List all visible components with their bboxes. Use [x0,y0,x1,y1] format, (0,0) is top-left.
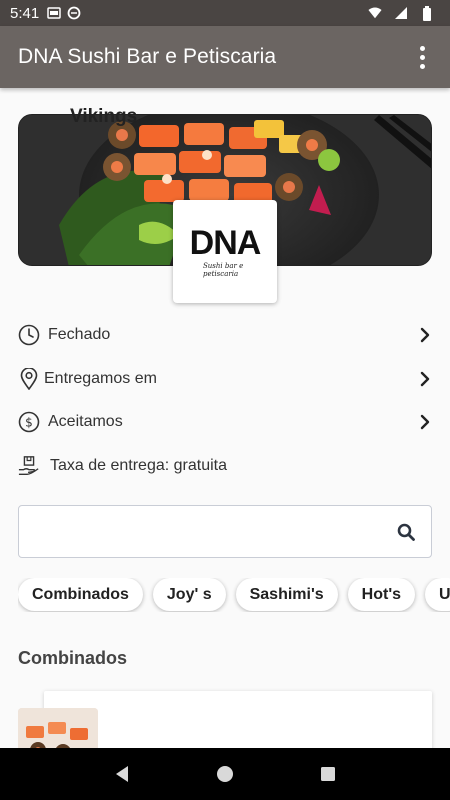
category-chip-partial[interactable]: U [425,578,450,611]
chevron-right-icon[interactable] [418,412,432,432]
search-icon[interactable] [395,521,417,543]
menu-search-box[interactable] [18,505,432,558]
back-icon[interactable] [110,762,134,786]
category-chip-joys[interactable]: Joy' s [152,578,226,611]
location-pin-icon [18,368,40,390]
delivery-area-label: Entregamos em [44,370,157,387]
product-card[interactable] [44,691,432,748]
payment-methods-label: Aceitamos [48,413,123,430]
category-chip-sashimis[interactable]: Sashimi's [235,578,338,611]
data-saver-icon [67,6,81,20]
logo-text: DNA [189,223,262,262]
delivery-fee-label: Taxa de entrega: gratuita [50,457,228,474]
delivery-area-row[interactable]: Entregamos em [18,365,432,393]
payment-methods-row[interactable]: $ Aceitamos [18,408,432,436]
category-chips: Combinados Joy' s Sashimi's Hot's U [18,578,450,612]
category-chip-combinados[interactable]: Combinados [18,578,143,611]
chevron-right-icon[interactable] [418,369,432,389]
dollar-circle-icon: $ [18,411,40,433]
recents-icon[interactable] [316,762,340,786]
logo-subtitle: Sushi bar e petiscaria [203,261,244,278]
signal-icon [394,6,408,20]
main-content: DNA Sushi bar e petiscaria Fechado Entre… [0,88,450,748]
search-input[interactable] [33,522,395,541]
delivery-box-hand-icon [18,455,40,477]
svg-text:$: $ [25,416,33,430]
product-name: Vikings [70,106,138,127]
product-image [18,708,98,748]
section-title: Combinados [18,648,128,668]
restaurant-logo: DNA Sushi bar e petiscaria [173,200,277,303]
battery-icon [420,5,434,21]
wifi-icon [368,6,382,20]
app-bar: DNA Sushi Bar e Petiscaria [0,26,450,88]
category-chip-hots[interactable]: Hot's [347,578,416,611]
page-title: DNA Sushi Bar e Petiscaria [18,45,277,68]
system-nav-bar [0,748,450,800]
opening-status-row[interactable]: Fechado [18,321,432,349]
chevron-right-icon[interactable] [418,325,432,345]
sim-card-icon [47,6,61,20]
opening-status-label: Fechado [48,326,111,343]
status-bar: 5:41 [0,0,450,26]
home-icon[interactable] [213,762,237,786]
status-time: 5:41 [10,4,40,22]
more-vert-icon[interactable] [412,42,432,72]
clock-icon [18,324,40,346]
delivery-fee-row: Taxa de entrega: gratuita [18,452,432,480]
